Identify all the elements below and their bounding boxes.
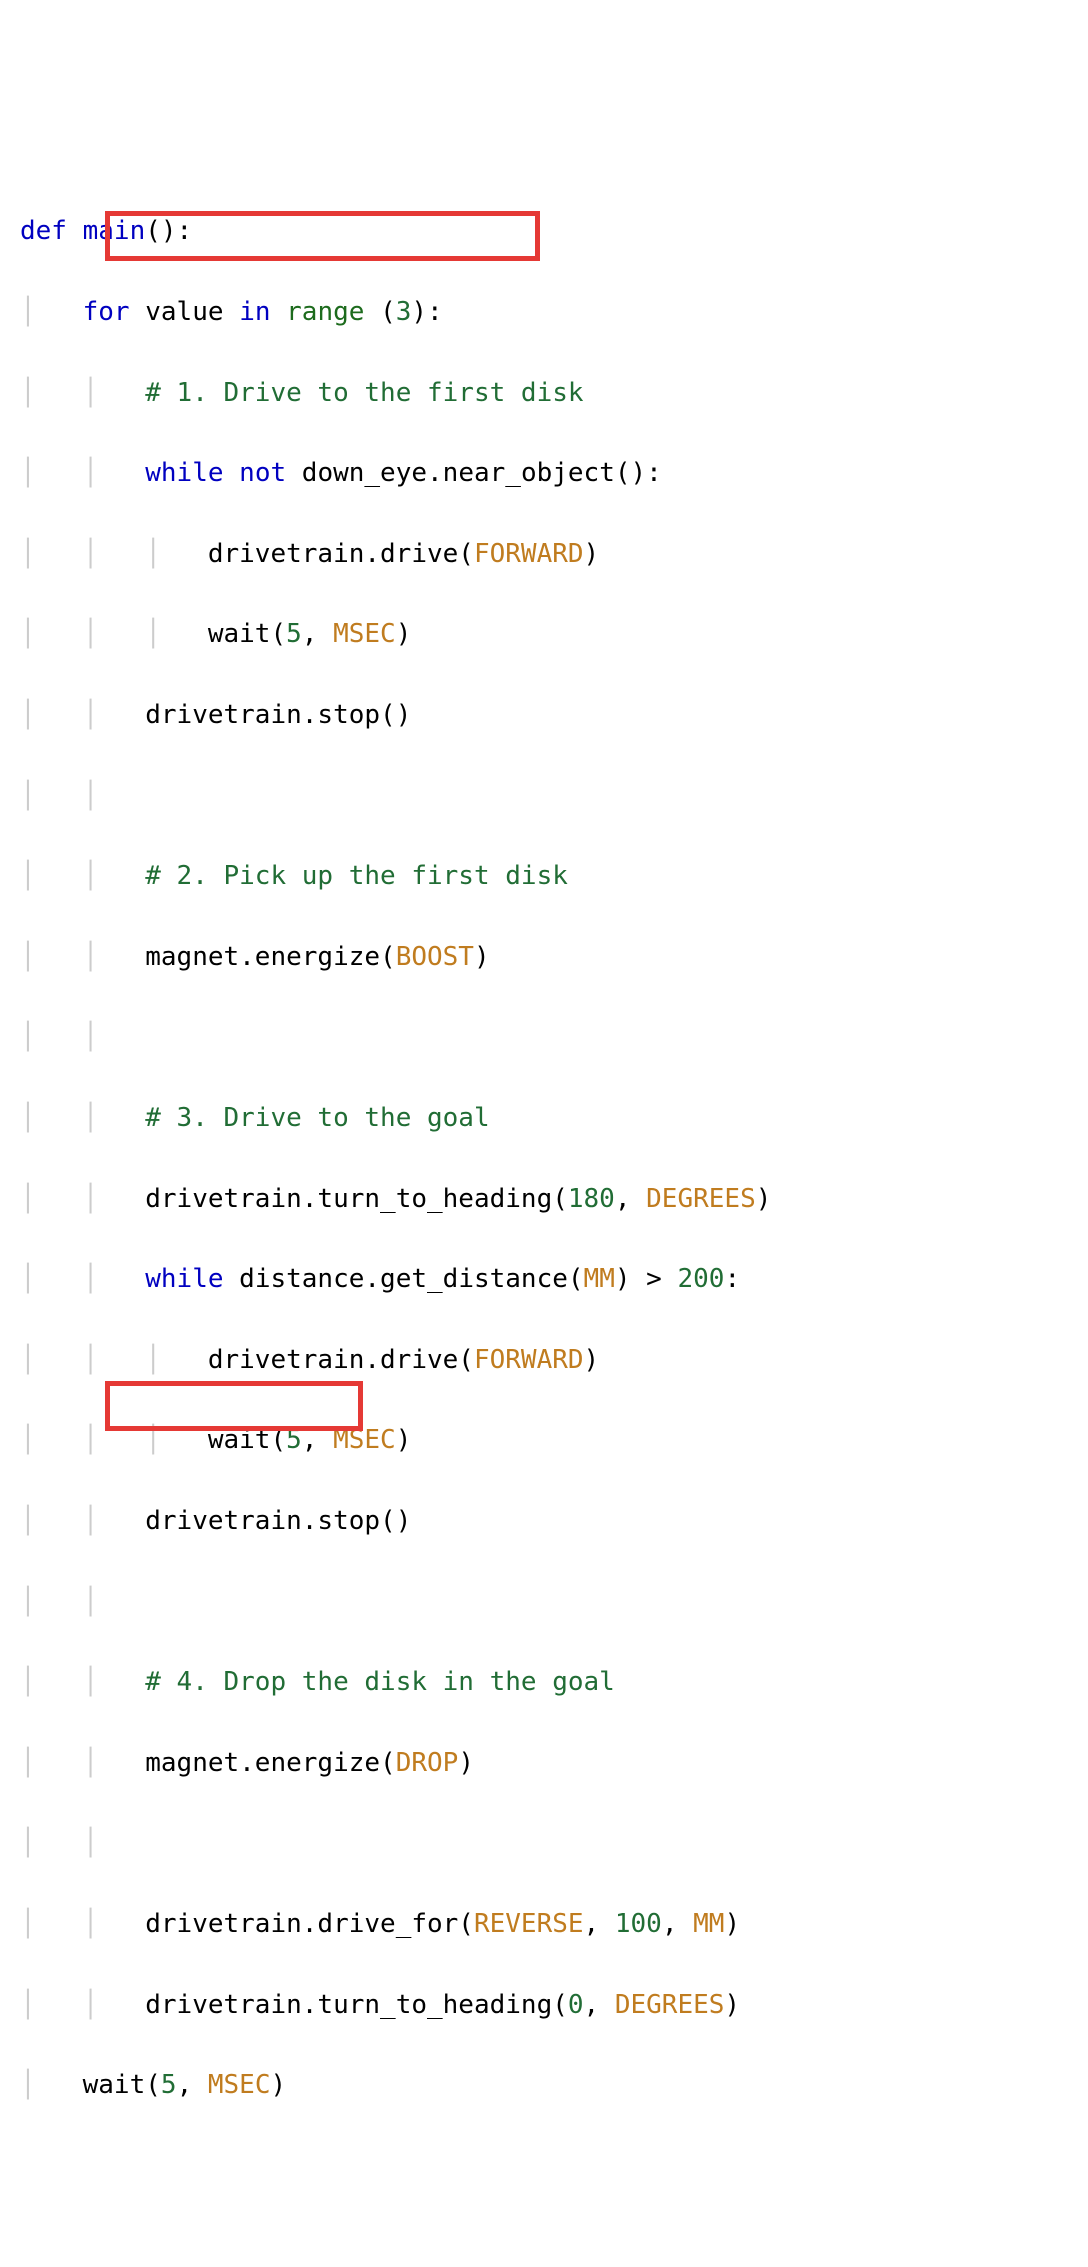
constant: MSEC [208, 2070, 271, 2100]
punct: ): [411, 297, 442, 327]
code-line: │ │ │ drivetrain.drive(FORWARD) [20, 534, 1068, 574]
punct: , [302, 1425, 333, 1455]
constant: DROP [396, 1748, 459, 1778]
keyword-not: not [239, 458, 286, 488]
expr: distance.get_distance( [224, 1264, 584, 1294]
number: 5 [286, 619, 302, 649]
code-line: │ for value in range (3): [20, 292, 1068, 332]
expr: down_eye.near_object(): [286, 458, 662, 488]
code-line: │ │ magnet.energize(BOOST) [20, 937, 1068, 977]
code-line: │ │ [20, 776, 1068, 816]
code-block: def main(): │ for value in range (3): │ … [20, 171, 1068, 1477]
expr: drivetrain.drive( [208, 539, 474, 569]
code-line: │ │ # 3. Drive to the goal [20, 1098, 1068, 1138]
number: 100 [615, 1909, 662, 1939]
code-line: │ │ # 1. Drive to the first disk [20, 373, 1068, 413]
punct: ) [724, 1990, 740, 2020]
punct: ) [756, 1184, 772, 1214]
code-line: │ │ drivetrain.turn_to_heading(0, DEGREE… [20, 1985, 1068, 2025]
code-line: │ │ # 2. Pick up the first disk [20, 856, 1068, 896]
punct: : [724, 1264, 740, 1294]
constant: FORWARD [474, 1345, 584, 1375]
expr: wait( [83, 2070, 161, 2100]
code-line: │ │ drivetrain.turn_to_heading(180, DEGR… [20, 1179, 1068, 1219]
punct: ) [271, 2070, 287, 2100]
comment: # 1. Drive to the first disk [145, 378, 583, 408]
constant: DEGREES [615, 1990, 725, 2020]
number: 5 [161, 2070, 177, 2100]
number: 180 [568, 1184, 615, 1214]
punct: ) [396, 619, 412, 649]
expr: wait( [208, 619, 286, 649]
comment: # 4. Drop the disk in the goal [145, 1667, 615, 1697]
punct: , [584, 1990, 615, 2020]
number: 200 [677, 1264, 724, 1294]
keyword-def: def [20, 216, 67, 246]
constant: MSEC [333, 619, 396, 649]
code-line: │ │ [20, 1582, 1068, 1622]
expr: drivetrain.stop() [145, 1506, 411, 1536]
expr: drivetrain.drive_for( [145, 1909, 474, 1939]
code-line: │ │ # 4. Drop the disk in the goal [20, 1662, 1068, 1702]
constant: BOOST [396, 942, 474, 972]
keyword-while: while [145, 458, 223, 488]
code-line: │ │ magnet.energize(DROP) [20, 1743, 1068, 1783]
punct: , [584, 1909, 615, 1939]
number: 3 [396, 297, 412, 327]
comment: # 2. Pick up the first disk [145, 861, 568, 891]
code-line: │ │ drivetrain.drive_for(REVERSE, 100, M… [20, 1904, 1068, 1944]
func-name: main [83, 216, 146, 246]
constant: MSEC [333, 1425, 396, 1455]
code-line: │ │ drivetrain.stop() [20, 1501, 1068, 1541]
keyword-while: while [145, 1264, 223, 1294]
expr: drivetrain.turn_to_heading( [145, 1990, 568, 2020]
code-line: │ wait(5, MSEC) [20, 2065, 1068, 2105]
punct: , [177, 2070, 208, 2100]
code-line: │ │ │ wait(5, MSEC) [20, 614, 1068, 654]
expr: drivetrain.turn_to_heading( [145, 1184, 568, 1214]
code-line: │ │ [20, 1017, 1068, 1057]
code-line: │ │ drivetrain.stop() [20, 695, 1068, 735]
code-line: │ │ while not down_eye.near_object(): [20, 453, 1068, 493]
code-line: │ │ │ drivetrain.drive(FORWARD) [20, 1340, 1068, 1380]
expr: magnet.energize( [145, 942, 395, 972]
expr: magnet.energize( [145, 1748, 395, 1778]
comment: # 3. Drive to the goal [145, 1103, 489, 1133]
expr: drivetrain.drive( [208, 1345, 474, 1375]
number: 0 [568, 1990, 584, 2020]
number: 5 [286, 1425, 302, 1455]
expr: ) > [615, 1264, 678, 1294]
punct: ) [584, 1345, 600, 1375]
punct: , [302, 619, 333, 649]
punct: ( [364, 297, 395, 327]
constant: MM [584, 1264, 615, 1294]
punct: ) [396, 1425, 412, 1455]
punct: ) [474, 942, 490, 972]
keyword-in: in [239, 297, 270, 327]
punct: ) [584, 539, 600, 569]
constant: DEGREES [646, 1184, 756, 1214]
keyword-for: for [83, 297, 130, 327]
code-line: │ │ │ wait(5, MSEC) [20, 1420, 1068, 1460]
builtin-range: range [286, 297, 364, 327]
expr: drivetrain.stop() [145, 700, 411, 730]
punct: ) [458, 1748, 474, 1778]
punct: , [615, 1184, 646, 1214]
constant: MM [693, 1909, 724, 1939]
constant: REVERSE [474, 1909, 584, 1939]
code-line: │ │ [20, 1823, 1068, 1863]
punct: , [662, 1909, 693, 1939]
constant: FORWARD [474, 539, 584, 569]
var: value [145, 297, 223, 327]
punct: ) [724, 1909, 740, 1939]
code-line: │ │ while distance.get_distance(MM) > 20… [20, 1259, 1068, 1299]
expr: wait( [208, 1425, 286, 1455]
code-line: def main(): [20, 211, 1068, 251]
punct: (): [145, 216, 192, 246]
